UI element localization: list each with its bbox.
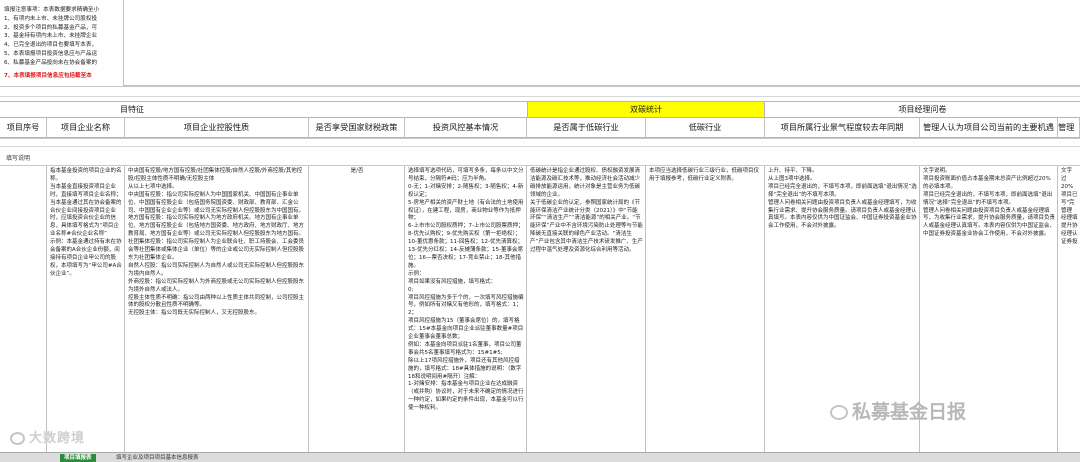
note-line: 填报注意事项：本表数据要求精确至小: [4, 7, 100, 13]
band-label: 项目经理问卷: [898, 105, 947, 114]
colhead-risk[interactable]: 投资风控基本情况: [405, 118, 527, 138]
cell-is-lowcarbon[interactable]: 低碳统计是指企业通过股权、债权融资发展清洁能源及碳汇技术等，推动经济社会活动减少…: [527, 166, 646, 452]
note-line: 3、基金持有项内未上市、未挂牌企业: [4, 33, 98, 40]
note-line: 6、私募基金产品投向未在协会备案的: [4, 59, 98, 66]
tab-company-info[interactable]: 填写企业及项目项目基本信息报表: [112, 454, 203, 462]
band-manager-survey[interactable]: 项目经理问卷: [765, 101, 1080, 118]
note-line: 5、本表填报项目投资信息应与产品运: [4, 50, 98, 57]
colhead-policy[interactable]: 是否享受国家财税政策: [309, 118, 405, 138]
colhead-is-lowcarbon[interactable]: 是否属于低碳行业: [527, 118, 646, 138]
colhead-company-name[interactable]: 项目企业名称: [47, 118, 125, 138]
watermark-left-text: 大数跨境: [29, 431, 86, 446]
notes-empty-area[interactable]: [124, 0, 1080, 86]
watermark-right: 私募基金日报: [830, 397, 966, 424]
note-line: 4、已完全退出的项目也要填写本表，: [4, 42, 98, 49]
note-line: 1、有项内未上市、未挂牌公司股权投: [4, 15, 98, 22]
sheet-tab-bar: 项目填报表 填写企业及项目项目基本信息报表: [0, 452, 1080, 462]
grid-line: [0, 146, 1080, 147]
wechat-icon: [830, 405, 848, 420]
fill-instructions-label: 填写说明: [6, 155, 31, 162]
cell-risk[interactable]: 选择填写选项代码，可填写多条，每条以中文分号结束，分隔符#码；应为半角。 0-无…: [405, 166, 527, 452]
note-line: 2、投资多个项目的私募基金产品，可: [4, 24, 98, 31]
note-red-line: 7、本表填报项目信息应包括截至本: [4, 72, 92, 79]
colhead-opportunity[interactable]: 管理人认为项目公司当前的主要机遇: [920, 118, 1058, 138]
cell-lowcarbon-industry[interactable]: 本项应当选择低碳行业三级行业，低碳项目仅用于填报参考，低碳行业定义附表。: [646, 166, 765, 452]
watermark-right-text: 私募基金日报: [852, 401, 967, 423]
cell-project-no[interactable]: [0, 166, 47, 452]
colhead-lowcarbon-industry[interactable]: 低碳行业: [646, 118, 765, 138]
chat-bubble-icon: [10, 432, 25, 445]
watermark-left: 大数跨境: [10, 427, 85, 446]
notes-block: 填报注意事项：本表数据要求精确至小 1、有项内未上市、未挂牌公司股权投 2、投资…: [0, 0, 124, 86]
tab-project-report[interactable]: 项目填报表: [60, 454, 96, 462]
cell-policy[interactable]: 是/否: [309, 166, 405, 452]
spreadsheet: 填报注意事项：本表数据要求精确至小 1、有项内未上市、未挂牌公司股权投 2、投资…: [0, 0, 1080, 452]
band-project-features[interactable]: 目特征: [0, 101, 527, 118]
grid-line: [0, 86, 1080, 87]
band-label: 双碳统计: [630, 105, 662, 114]
colhead-industry-climate[interactable]: 项目所属行业景气程度较去年同期: [765, 118, 920, 138]
cell-control[interactable]: 中央国有控股/地方国有控股/社团集体控股/自然人控股/外商控股/其他控股/控股主…: [125, 166, 309, 452]
cell-company-name[interactable]: 指本基金投资的项目企业的名称。 当本基金直接投资项目企业时，直接填写项目企业名称…: [47, 166, 125, 452]
colhead-project-no[interactable]: 项目序号: [0, 118, 47, 138]
band-dual-carbon[interactable]: 双碳统计: [527, 101, 765, 118]
colhead-control[interactable]: 项目企业控股性质: [125, 118, 309, 138]
grid-line: [0, 96, 1080, 97]
cell-manager[interactable]: 文字 过20% 项目已 写"完 管理 经理填 提升协 经理认 证券投: [1058, 166, 1080, 452]
band-label: 目特征: [120, 105, 144, 114]
grid-line: [0, 138, 1080, 139]
colhead-manager[interactable]: 管理: [1058, 118, 1080, 138]
